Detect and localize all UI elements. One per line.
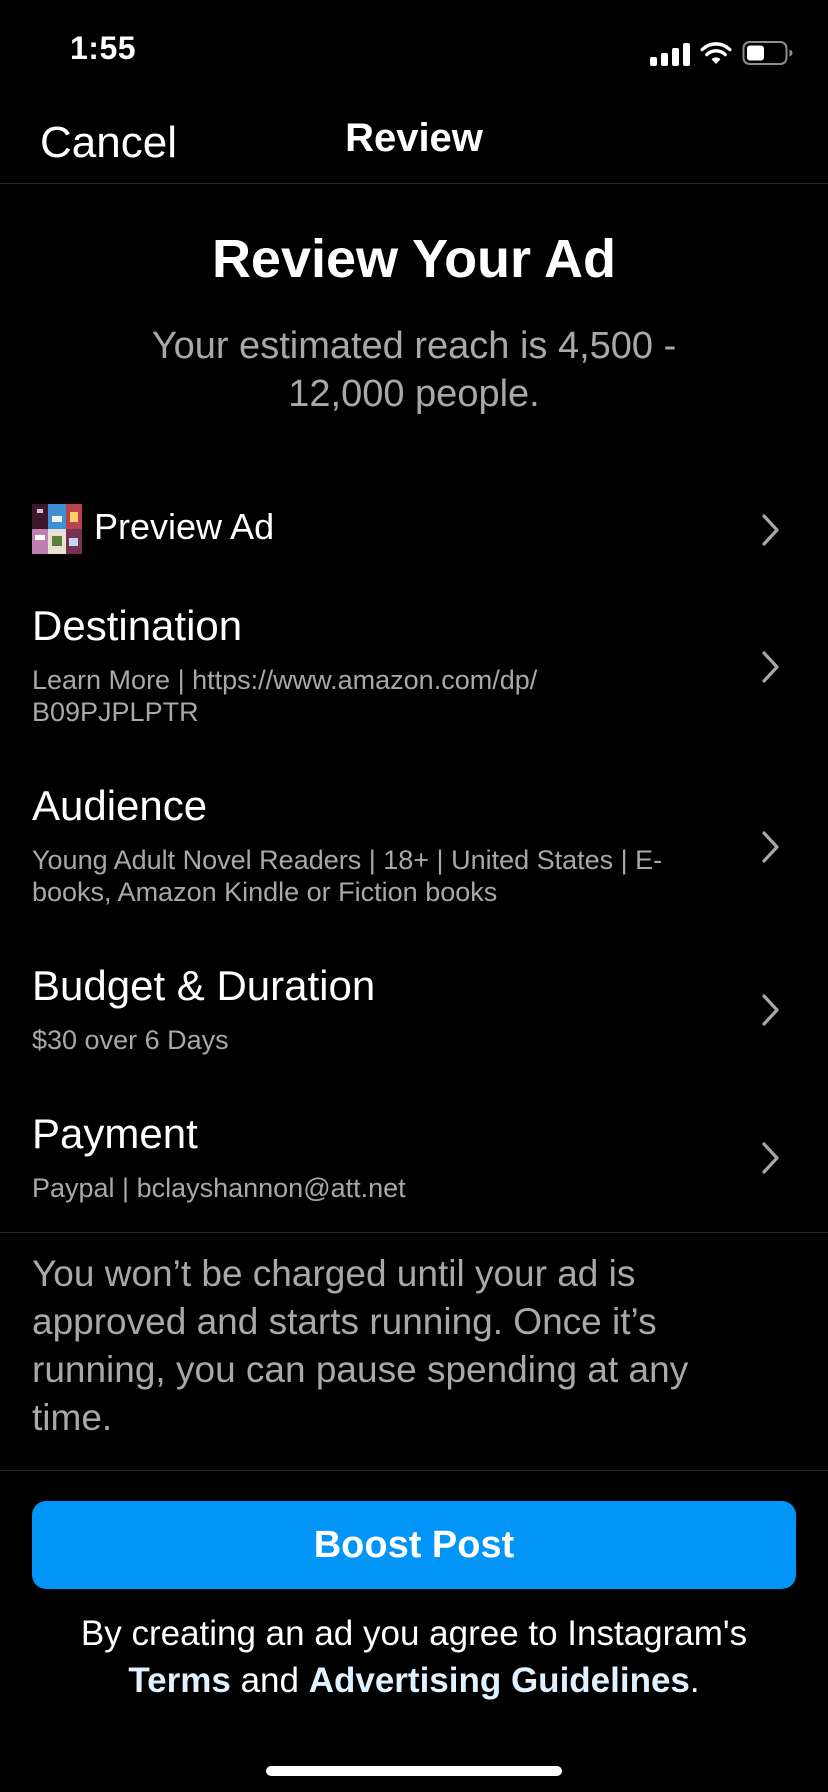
estimated-reach-text: Your estimated reach is 4,500 - 12,000 p… bbox=[151, 325, 677, 415]
budget-duration-subtitle: $30 over 6 Days bbox=[32, 1025, 229, 1055]
page-title: Review Your Ad bbox=[211, 229, 617, 289]
legal-prefix: By creating an ad you agree to Instagram… bbox=[80, 1614, 748, 1653]
nav-title: Review bbox=[345, 116, 483, 160]
legal-suffix: . bbox=[689, 1661, 700, 1700]
wifi-icon bbox=[700, 42, 732, 66]
audience-row[interactable]: Audience Young Adult Novel Readers | 18+… bbox=[0, 778, 828, 908]
payment-title: Payment bbox=[32, 1110, 198, 1157]
chevron-right-icon bbox=[762, 1142, 779, 1174]
status-icons bbox=[650, 36, 794, 66]
home-indicator[interactable] bbox=[266, 1766, 562, 1776]
charge-disclaimer: You won’t be charged until your ad is ap… bbox=[32, 1253, 689, 1438]
audience-title: Audience bbox=[32, 782, 208, 829]
payment-subtitle: Paypal | bclayshannon@att.net bbox=[32, 1173, 406, 1203]
status-bar: 1:55 bbox=[0, 0, 828, 100]
chevron-right-icon bbox=[762, 831, 779, 863]
divider bbox=[0, 1470, 828, 1471]
advertising-guidelines-link[interactable]: Advertising Guidelines bbox=[309, 1661, 690, 1700]
battery-icon bbox=[742, 40, 794, 66]
review-ad-screen: 1:55 Cancel Review Review Your Ad Your e… bbox=[0, 0, 828, 1792]
destination-title: Destination bbox=[32, 602, 243, 649]
budget-duration-row[interactable]: Budget & Duration $30 over 6 Days bbox=[0, 958, 828, 1058]
preview-ad-row[interactable]: Preview Ad bbox=[0, 496, 828, 560]
preview-ad-label: Preview Ad bbox=[94, 506, 275, 547]
chevron-right-icon bbox=[762, 994, 779, 1026]
budget-duration-title: Budget & Duration bbox=[32, 962, 376, 1009]
status-time: 1:55 bbox=[70, 30, 137, 66]
nav-bar: Cancel Review bbox=[0, 100, 828, 184]
terms-link[interactable]: Terms bbox=[128, 1661, 230, 1700]
legal-text: By creating an ad you agree to Instagram… bbox=[40, 1610, 788, 1704]
legal-and: and bbox=[240, 1661, 299, 1700]
payment-row[interactable]: Payment Paypal | bclayshannon@att.net bbox=[0, 1106, 828, 1206]
boost-post-button[interactable]: Boost Post bbox=[32, 1501, 796, 1589]
destination-subtitle: Learn More | https://www.amazon.com/dp/ … bbox=[32, 665, 538, 727]
signal-icon bbox=[650, 42, 690, 66]
audience-subtitle: Young Adult Novel Readers | 18+ | United… bbox=[32, 845, 663, 907]
chevron-right-icon bbox=[762, 651, 779, 683]
preview-thumbnail-icon bbox=[32, 504, 82, 554]
chevron-right-icon bbox=[762, 514, 779, 546]
destination-row[interactable]: Destination Learn More | https://www.ama… bbox=[0, 598, 828, 728]
divider bbox=[0, 1232, 828, 1233]
